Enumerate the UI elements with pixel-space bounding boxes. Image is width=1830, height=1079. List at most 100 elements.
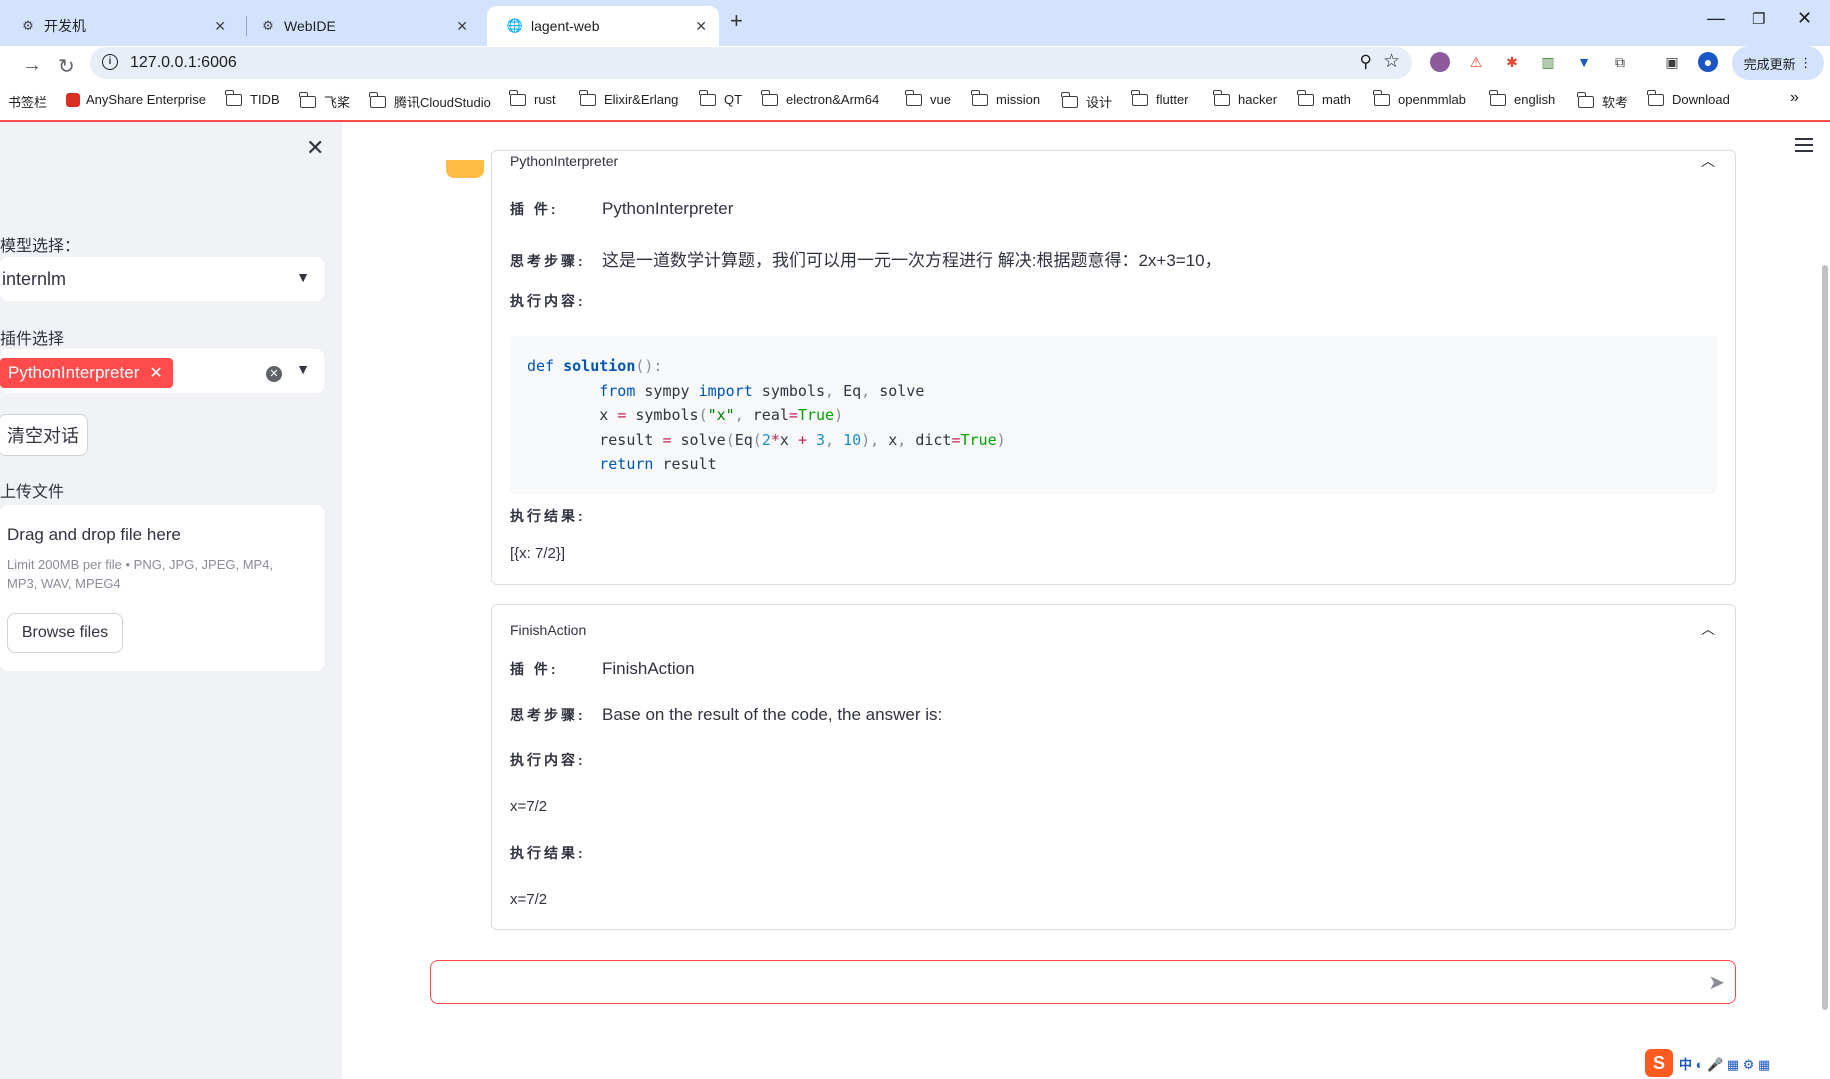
clear-conversation-button[interactable]: 清空对话 [0, 414, 88, 456]
exec-result-label: 执行结果: [510, 845, 586, 861]
bookmark-folder[interactable]: hacker [1213, 89, 1278, 107]
bookmark-folder[interactable]: 飞桨 [299, 91, 351, 111]
card-title[interactable]: FinishAction [510, 622, 586, 638]
extension-icon[interactable]: ✱ [1502, 52, 1522, 72]
tab-dev-machine[interactable]: ⚙ 开发机 ✕ [0, 6, 238, 46]
profile-icon[interactable]: ● [1698, 52, 1718, 72]
ime-status-icons[interactable]: 中 ◐ 🎤 ▦ ⚙ ▦ [1679, 1054, 1770, 1073]
minimize-button[interactable]: — [1707, 8, 1725, 29]
bookmark-label: rust [534, 92, 556, 107]
bookmark-folder[interactable]: vue [905, 89, 951, 107]
chevron-up-icon[interactable]: ︿ [1701, 151, 1715, 171]
folder-icon [509, 89, 526, 106]
menu-icon[interactable] [1795, 138, 1813, 152]
window-close-button[interactable]: ✕ [1797, 8, 1812, 29]
bookmark-label: hacker [1238, 92, 1278, 107]
bookmark-folder[interactable]: 设计 [1061, 91, 1112, 111]
tab-webide[interactable]: ⚙ WebIDE ✕ [240, 6, 480, 46]
browse-files-button[interactable]: Browse files [7, 613, 123, 653]
plugin-label: 插 件: [510, 661, 559, 677]
tab-lagent-web[interactable]: 🌐 lagent-web ✕ [487, 6, 719, 46]
url-text[interactable]: 127.0.0.1:6006 [130, 54, 237, 72]
tab-close-icon[interactable]: ✕ [456, 18, 468, 35]
bookmark-folder[interactable]: 软考 [1577, 91, 1629, 111]
bookmark-folder[interactable]: electron&Arm64 [761, 89, 879, 107]
extension-icon[interactable]: ⚠ [1466, 52, 1486, 72]
thought-row: 思考步骤: Base on the result of the code, th… [510, 705, 942, 725]
reload-icon[interactable]: ↻ [58, 54, 75, 79]
sogou-ime-icon[interactable]: S [1645, 1049, 1673, 1077]
bookmark-item[interactable]: 书签栏 [8, 92, 47, 111]
bookmark-label: english [1514, 92, 1556, 107]
tab-close-icon[interactable]: ✕ [695, 18, 707, 35]
folder-icon [1213, 89, 1230, 106]
folder-icon [579, 89, 596, 106]
bookmark-label: AnyShare Enterprise [86, 92, 206, 107]
exec-content-label: 执行内容: [510, 293, 586, 309]
zoom-icon[interactable]: ⚲ [1360, 52, 1372, 72]
chevron-up-icon[interactable]: ︿ [1701, 619, 1715, 639]
tab-label: lagent-web [531, 18, 600, 34]
extension-icon[interactable]: ▼ [1574, 52, 1594, 72]
folder-icon [225, 89, 242, 106]
model-select[interactable]: internlm ▼ [0, 257, 324, 301]
chevron-down-icon: ▼ [296, 361, 310, 377]
bookmark-folder[interactable]: 腾讯CloudStudio [369, 91, 491, 111]
bookmark-folder[interactable]: openmmlab [1373, 89, 1466, 107]
bookmark-label: mission [996, 92, 1041, 107]
thought-value: Base on the result of the code, the answ… [602, 705, 943, 724]
bookmark-folder[interactable]: rust [509, 89, 556, 107]
thought-row: 思考步骤: 这是一道数学计算题，我们可以用一元一次方程进行 解决:根据题意得：2… [510, 246, 1222, 271]
tab-favicon-icon: ⚙ [262, 18, 274, 33]
folder-icon [761, 89, 778, 106]
clear-selection-icon[interactable]: ✕ [266, 366, 282, 382]
bookmark-label: 软考 [1602, 95, 1629, 110]
extension-icon[interactable] [1430, 52, 1450, 72]
bookmark-label: 飞桨 [324, 95, 351, 110]
close-sidebar-icon[interactable]: ✕ [306, 135, 324, 161]
send-icon[interactable]: ➤ [1708, 970, 1725, 995]
chat-input[interactable]: ➤ [430, 960, 1736, 1004]
exec-content-row: 执行内容: [510, 291, 602, 311]
folder-icon [1061, 91, 1078, 108]
bookmark-item[interactable]: AnyShare Enterprise [66, 92, 206, 107]
tab-favicon-icon: ⚙ [22, 18, 34, 33]
bookmark-folder[interactable]: Download [1647, 89, 1730, 107]
bookmarks-overflow-icon[interactable]: » [1790, 89, 1799, 107]
bookmark-folder[interactable]: Elixir&Erlang [579, 89, 678, 107]
file-dropzone[interactable]: Drag and drop file here Limit 200MB per … [0, 505, 324, 671]
extension-icon[interactable]: ▥ [1538, 52, 1558, 72]
extensions-puzzle-icon[interactable]: ⧉ [1610, 52, 1630, 72]
model-select-value: internlm [2, 269, 67, 289]
bookmark-folder[interactable]: flutter [1131, 89, 1189, 107]
bookmark-label: Download [1672, 92, 1730, 107]
restore-button[interactable]: ❐ [1752, 10, 1765, 28]
folder-icon [699, 89, 716, 106]
exec-content-label: 执行内容: [510, 752, 586, 768]
new-tab-button[interactable]: + [730, 8, 743, 34]
thought-label: 思考步骤: [510, 707, 586, 723]
scrollbar[interactable] [1822, 265, 1828, 1010]
bookmark-folder[interactable]: TIDB [225, 89, 280, 107]
update-button[interactable]: 完成更新 ⋮ [1732, 46, 1824, 80]
folder-icon [1373, 89, 1390, 106]
bookmark-folder[interactable]: math [1297, 89, 1351, 107]
folder-icon [299, 91, 316, 108]
remove-tag-icon[interactable]: ✕ [149, 363, 162, 383]
card-title[interactable]: PythonInterpreter [510, 153, 618, 169]
side-panel-icon[interactable]: ▣ [1662, 52, 1682, 72]
model-select-label: 模型选择： [0, 238, 81, 255]
exec-result-value: x=7/2 [510, 891, 548, 908]
bookmark-folder[interactable]: QT [699, 89, 742, 107]
forward-icon[interactable]: → [22, 54, 42, 77]
bookmark-star-icon[interactable]: ☆ [1383, 50, 1400, 73]
tab-label: 开发机 [44, 18, 86, 34]
site-info-icon[interactable]: i [102, 54, 118, 70]
address-bar[interactable]: i 127.0.0.1:6006 ⚲ ☆ [90, 47, 1412, 79]
assistant-avatar [446, 160, 484, 178]
tab-close-icon[interactable]: ✕ [214, 18, 226, 35]
bookmark-folder[interactable]: mission [971, 89, 1041, 107]
plugin-tag[interactable]: PythonInterpreter ✕ [0, 358, 173, 388]
bookmark-folder[interactable]: english [1489, 89, 1556, 107]
bookmark-label: openmmlab [1398, 92, 1466, 107]
